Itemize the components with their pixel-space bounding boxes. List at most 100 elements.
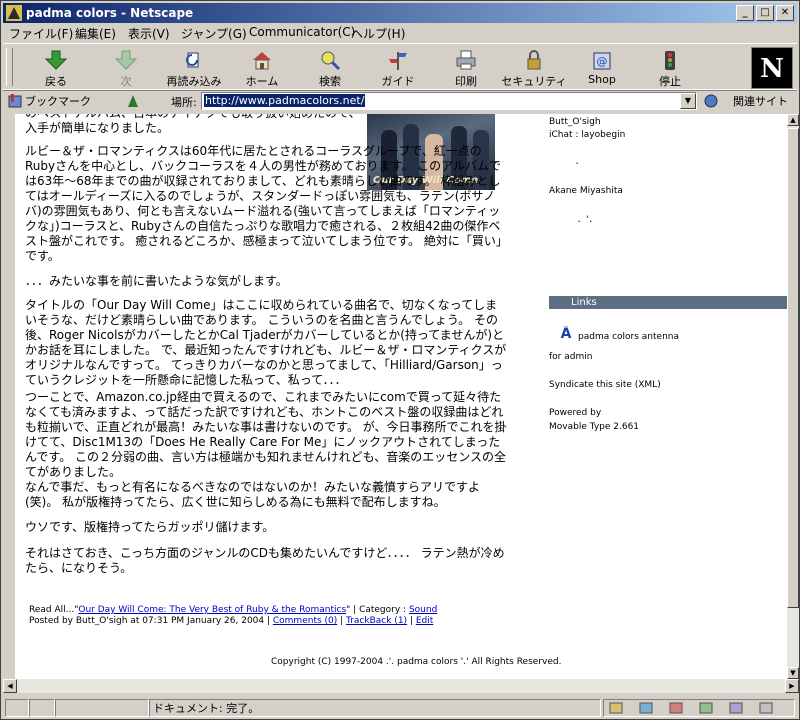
back-button[interactable]: 戻る xyxy=(23,47,89,89)
location-toolbar: ブックマーク 場所: http://www.padmacolors.net/ ▼… xyxy=(3,89,797,112)
antenna-icon: Ä xyxy=(558,326,574,340)
maximize-button[interactable]: □ xyxy=(756,5,774,21)
menu-file[interactable]: ファイル(F) xyxy=(9,25,73,42)
related-sites-button[interactable]: 関連サイト xyxy=(733,93,788,109)
title-bar: padma colors - Netscape _ □ ✕ xyxy=(3,3,797,23)
scroll-right-icon[interactable]: ▶ xyxy=(785,679,799,693)
scroll-left-icon[interactable]: ◀ xyxy=(3,679,17,693)
guide-button[interactable]: ガイド xyxy=(365,47,431,89)
reload-button[interactable]: 再読み込み xyxy=(161,47,227,89)
status-bar: ドキュメント: 完了。 xyxy=(3,697,799,719)
home-button[interactable]: ホーム xyxy=(229,47,295,89)
menu-help[interactable]: ヘルプ(H) xyxy=(351,25,405,42)
article-paragraph-5: なんで事だ、もっと有名になるべきなのではないのか！みたいな義憤すらアリですよ(笑… xyxy=(25,480,481,509)
forward-arrow-icon xyxy=(114,50,138,70)
vertical-scrollbar[interactable]: ▲ ▼ xyxy=(787,114,799,679)
search-button[interactable]: 検索 xyxy=(297,47,363,89)
entry-footer-posted: Posted by Butt_O'sigh at 07:31 PM Januar… xyxy=(29,616,433,627)
home-label: ホーム xyxy=(245,75,279,88)
menu-go[interactable]: ジャンプ(G) xyxy=(181,25,247,42)
progress-bar xyxy=(55,699,149,717)
back-arrow-icon xyxy=(44,50,68,70)
footer-separator: | xyxy=(337,616,347,626)
scroll-thumb[interactable] xyxy=(787,128,799,608)
trackback-link[interactable]: TrackBack (1) xyxy=(346,616,407,626)
footer-separator: | xyxy=(407,616,416,626)
links-header: Links xyxy=(549,296,787,309)
security-button[interactable]: セキュリティ xyxy=(501,47,567,89)
url-text[interactable]: http://www.padmacolors.net/ xyxy=(204,94,366,107)
sidebar-ichat[interactable]: iChat : layobegin xyxy=(549,130,625,140)
edit-link[interactable]: Edit xyxy=(416,616,433,626)
sidebar-dot: ． xyxy=(575,157,585,167)
category-link[interactable]: Sound xyxy=(409,605,437,615)
netscape-logo[interactable]: N xyxy=(751,47,793,89)
antenna-link[interactable]: padma colors antenna xyxy=(578,332,679,342)
movable-type-link[interactable]: Movable Type 2.661 xyxy=(549,422,639,432)
powered-by-text: Powered by xyxy=(549,408,602,418)
shop-icon: @ xyxy=(593,52,611,70)
page-content: Our Day Will Come のベストアルバム、日本のテイチクでも取り扱い… xyxy=(15,114,787,679)
admin-link[interactable]: for admin xyxy=(549,352,592,362)
navigation-toolbar: 戻る 次 再読み込み ホーム 検索 ガイド 印刷 セキュリティ @ Shop 停… xyxy=(3,43,797,91)
shop-label: Shop xyxy=(588,73,616,86)
article-intro: のベストアルバム、日本のテイチクでも取り扱い始めたので、入手が簡単になりました。 xyxy=(25,114,361,135)
connection-icon xyxy=(29,699,55,717)
copyright-text: Copyright (C) 1997-2004 .'. padma colors… xyxy=(271,657,562,667)
url-field[interactable]: http://www.padmacolors.net/ ▼ xyxy=(201,92,697,110)
guide-icon xyxy=(389,52,407,70)
netscape-app-icon xyxy=(6,5,22,21)
forward-label: 次 xyxy=(120,75,132,88)
back-label: 戻る xyxy=(45,75,67,88)
location-label: 場所: xyxy=(171,96,197,109)
reload-label: 再読み込み xyxy=(166,75,222,88)
sidebar-user-butt[interactable]: Butt_O'sigh xyxy=(549,117,601,127)
bookmarks-button[interactable]: ブックマーク xyxy=(25,93,91,109)
read-all-link[interactable]: Our Day Will Come: The Very Best of Ruby… xyxy=(78,605,346,615)
sidebar-user-akane[interactable]: Akane Miyashita xyxy=(549,186,623,196)
shop-button[interactable]: @ Shop xyxy=(569,47,635,89)
forward-button[interactable]: 次 xyxy=(93,47,159,89)
component-icons[interactable] xyxy=(604,700,790,716)
printer-icon xyxy=(456,50,476,70)
component-bar[interactable] xyxy=(603,699,795,717)
stop-button[interactable]: 停止 xyxy=(637,47,703,89)
toolbar-grip[interactable] xyxy=(6,48,13,86)
article-paragraph-2: ．．．みたいな事を前に書いたような気がします。 xyxy=(25,274,288,288)
menu-view[interactable]: 表示(V) xyxy=(128,25,170,42)
close-button[interactable]: ✕ xyxy=(776,5,794,21)
page-proxy-icon[interactable] xyxy=(125,93,141,109)
article-paragraph-7: それはさておき、こっち方面のジャンルのCDも集めたいんですけど．．．． ラテン熱… xyxy=(25,546,505,575)
sidebar-tab-strip[interactable] xyxy=(3,114,15,679)
home-icon xyxy=(253,52,271,70)
bookmarks-icon xyxy=(8,94,22,108)
print-button[interactable]: 印刷 xyxy=(433,47,499,89)
status-text: ドキュメント: 完了。 xyxy=(153,702,260,715)
security-status-icon[interactable] xyxy=(5,699,29,717)
security-label: セキュリティ xyxy=(501,75,567,88)
menu-edit[interactable]: 編集(E) xyxy=(75,25,116,42)
svg-text:@: @ xyxy=(597,55,608,68)
article-paragraph-4: つーことで、Amazon.co.jp経由で買えるので、これまでみたいにcomで買… xyxy=(25,390,507,479)
print-label: 印刷 xyxy=(455,75,477,88)
read-all-text: Read All..." xyxy=(29,605,79,615)
related-icon xyxy=(704,94,718,108)
comments-link[interactable]: Comments (0) xyxy=(273,616,337,626)
stop-icon xyxy=(665,51,675,70)
scroll-up-icon[interactable]: ▲ xyxy=(787,114,799,126)
browser-window: padma colors - Netscape _ □ ✕ ファイル(F) 編集(E… xyxy=(0,0,800,720)
menu-communicator[interactable]: Communicator(C) xyxy=(249,25,355,39)
horizontal-scrollbar[interactable]: ◀ ▶ xyxy=(3,679,799,693)
minimize-button[interactable]: _ xyxy=(736,5,754,21)
url-dropdown-icon[interactable]: ▼ xyxy=(680,93,696,109)
posted-by-text: Posted by Butt_O'sigh at 07:31 PM Januar… xyxy=(29,616,273,626)
search-icon xyxy=(321,51,341,71)
menu-bar: ファイル(F) 編集(E) 表示(V) ジャンプ(G) Communicator… xyxy=(3,23,797,42)
syndicate-link[interactable]: Syndicate this site (XML) xyxy=(549,380,661,390)
lock-icon xyxy=(527,50,541,70)
category-prefix: " | Category : xyxy=(346,605,409,615)
scroll-down-icon[interactable]: ▼ xyxy=(787,667,799,679)
entry-footer-readall: Read All..."Our Day Will Come: The Very … xyxy=(29,605,437,616)
search-label: 検索 xyxy=(319,75,341,88)
article-paragraph-6: ウソです、版権持ってたらガッポリ儲けます。 xyxy=(25,520,275,534)
